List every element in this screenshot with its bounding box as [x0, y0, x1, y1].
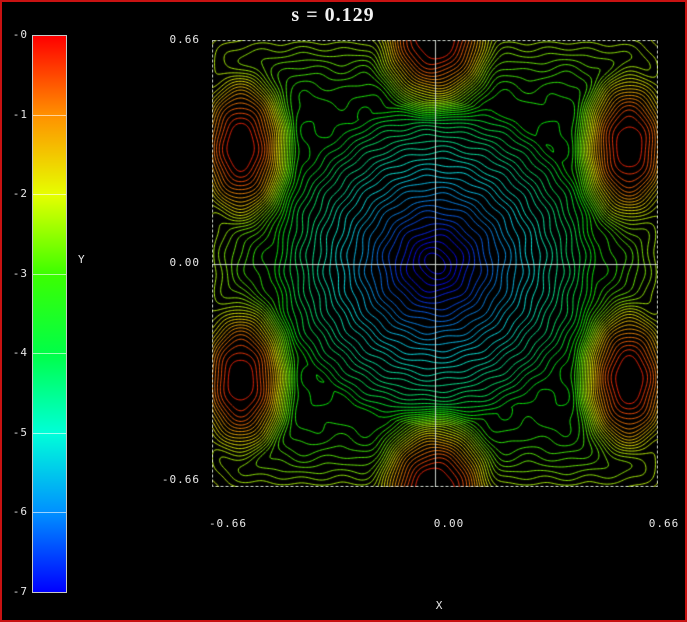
colorbar-label: -3 — [4, 268, 28, 280]
colorbar-gradient — [32, 35, 67, 593]
colorbar-label: -2 — [4, 188, 28, 200]
colorbar-label: -6 — [4, 506, 28, 518]
colorbar-label: -4 — [4, 347, 28, 359]
y-axis-label: Y — [78, 253, 85, 266]
colorbar-label: -0 — [4, 29, 28, 41]
colorbar-tick — [33, 194, 66, 195]
contour-plot-canvas — [212, 40, 658, 487]
colorbar-tick — [33, 512, 66, 513]
y-tick-label: 0.66 — [140, 34, 200, 46]
colorbar-tick — [33, 433, 66, 434]
x-axis-label: X — [414, 599, 464, 612]
x-tick-label: 0.66 — [634, 518, 687, 530]
app-window: s = 0.129 -0 -1 -2 -3 -4 -5 -6 -7 Y 0.66… — [0, 0, 687, 622]
y-tick-label: -0.66 — [140, 474, 200, 486]
colorbar-tick — [33, 353, 66, 354]
x-tick-label: -0.66 — [198, 518, 258, 530]
colorbar-label: -5 — [4, 427, 28, 439]
colorbar-label: -7 — [4, 586, 28, 598]
colorbar-label: -1 — [4, 109, 28, 121]
y-tick-label: 0.00 — [140, 257, 200, 269]
x-tick-label: 0.00 — [419, 518, 479, 530]
colorbar-tick — [33, 274, 66, 275]
colorbar-tick — [33, 115, 66, 116]
plot-title: s = 0.129 — [2, 4, 664, 27]
